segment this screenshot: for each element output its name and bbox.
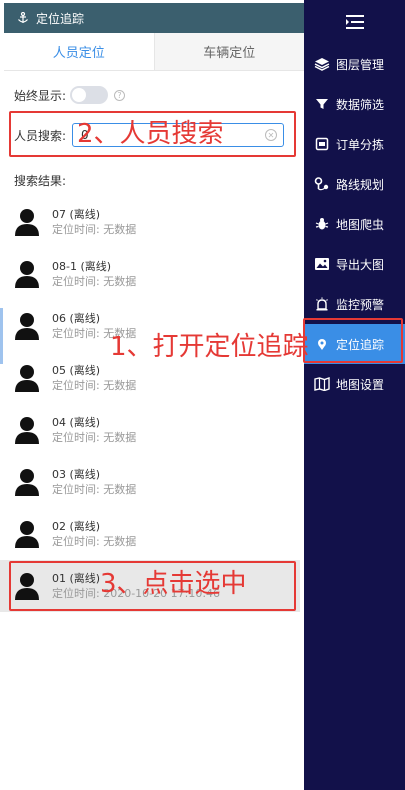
item-name: 08-1 (离线) [52, 260, 112, 273]
nav-label: 导出大图 [336, 257, 385, 272]
order-icon [314, 136, 330, 152]
menu-toggle[interactable] [304, 0, 405, 44]
item-time: 定位时间: 无数据 [52, 535, 137, 548]
item-time: 定位时间: 无数据 [52, 275, 137, 288]
nav-label: 图层管理 [336, 57, 385, 72]
item-name: 02 (离线) [52, 520, 101, 533]
help-icon[interactable]: ? [114, 89, 126, 101]
item-time: 定位时间: 无数据 [52, 431, 137, 444]
panel-header: 定位追踪 [4, 3, 304, 33]
image-icon [314, 256, 330, 272]
route-icon [314, 176, 330, 192]
annotation-step1: 1、打开定位追踪 [110, 332, 309, 362]
item-name: 06 (离线) [52, 312, 101, 325]
bug-icon [314, 216, 330, 232]
person-icon [15, 261, 39, 288]
item-name: 04 (离线) [52, 416, 101, 429]
list-item[interactable]: 08-1 (离线) 定位时间: 无数据 [0, 248, 300, 300]
list-item[interactable]: 07 (离线) 定位时间: 无数据 [0, 196, 300, 248]
nav-label: 监控预警 [336, 297, 385, 312]
item-time: 定位时间: 无数据 [52, 379, 137, 392]
person-icon [15, 313, 39, 340]
alarm-icon [314, 296, 330, 312]
list-item[interactable]: 02 (离线) 定位时间: 无数据 [0, 508, 300, 560]
nav-label: 地图设置 [336, 377, 385, 392]
item-name: 03 (离线) [52, 468, 101, 481]
person-icon [15, 417, 39, 444]
person-icon [15, 521, 39, 548]
item-name: 07 (离线) [52, 208, 101, 221]
nav-item-data-filter[interactable]: 数据筛选 [304, 84, 405, 124]
nav-item-map-settings[interactable]: 地图设置 [304, 364, 405, 404]
item-time: 定位时间: 无数据 [52, 483, 137, 496]
nav-label: 订单分拣 [336, 137, 385, 152]
filter-icon [314, 96, 330, 112]
nav-item-export-image[interactable]: 导出大图 [304, 244, 405, 284]
nav-item-map-crawler[interactable]: 地图爬虫 [304, 204, 405, 244]
right-nav: 图层管理 数据筛选 订单分拣 路线规划 地图爬虫 导出大图 监控预警 定位追踪 … [304, 0, 405, 790]
nav-item-route-planning[interactable]: 路线规划 [304, 164, 405, 204]
results-label: 搜索结果: [14, 174, 67, 188]
map-settings-icon [314, 376, 330, 392]
person-icon [15, 469, 39, 496]
annotation-step2: 2、人员搜索 [77, 119, 224, 149]
item-name: 05 (离线) [52, 364, 101, 377]
person-icon [15, 209, 39, 236]
annotation-box-tracking [303, 318, 403, 363]
always-show-label: 始终显示: [14, 88, 67, 103]
tab-person-location[interactable]: 人员定位 [4, 33, 155, 70]
nav-label: 数据筛选 [336, 97, 385, 112]
menu-icon [345, 15, 364, 29]
nav-label: 地图爬虫 [336, 217, 385, 232]
person-icon [15, 365, 39, 392]
always-show-row: 始终显示: ? [14, 86, 126, 104]
nav-label: 路线规划 [336, 177, 385, 192]
list-item[interactable]: 04 (离线) 定位时间: 无数据 [0, 404, 300, 456]
layers-icon [314, 56, 330, 72]
anchor-icon [16, 11, 30, 25]
item-time: 定位时间: 无数据 [52, 223, 137, 236]
tab-bar: 人员定位 车辆定位 [4, 33, 304, 71]
list-item[interactable]: 03 (离线) 定位时间: 无数据 [0, 456, 300, 508]
panel-title: 定位追踪 [36, 11, 85, 26]
nav-item-order-sorting[interactable]: 订单分拣 [304, 124, 405, 164]
result-list: 07 (离线) 定位时间: 无数据 08-1 (离线) 定位时间: 无数据 06 (… [0, 196, 300, 612]
always-show-toggle[interactable] [70, 86, 109, 104]
nav-item-layer-management[interactable]: 图层管理 [304, 44, 405, 84]
tab-vehicle-location[interactable]: 车辆定位 [154, 33, 304, 70]
annotation-step3: 3、点击选中 [100, 569, 247, 599]
